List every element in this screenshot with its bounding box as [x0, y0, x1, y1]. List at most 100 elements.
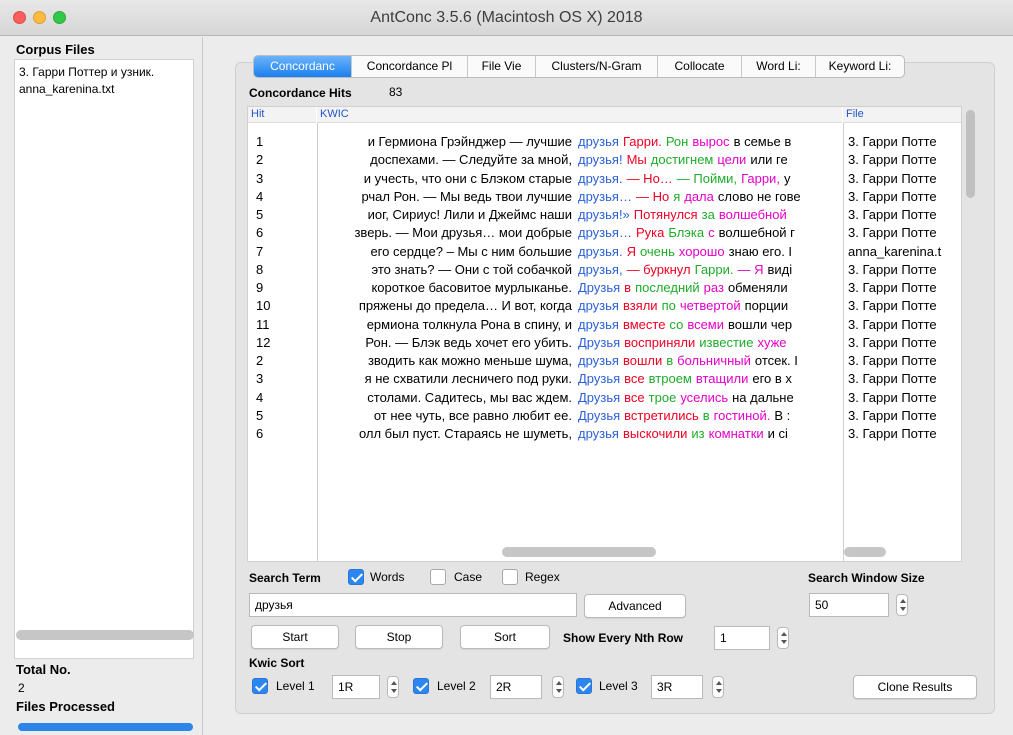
file-name-cell[interactable]: 3. Гарри Потте — [848, 261, 962, 279]
kwic-column-header[interactable]: KWIC — [317, 107, 842, 123]
level-2-checkbox[interactable] — [413, 678, 429, 694]
file-column-header[interactable]: File — [843, 107, 961, 123]
kwic-left-context[interactable]: пряжены до предела… И вот, когда — [318, 297, 572, 315]
file-name-cell[interactable]: 3. Гарри Потте — [848, 370, 962, 388]
tab-collocates[interactable]: Collocate — [658, 56, 742, 77]
file-name-cell[interactable]: 3. Гарри Потте — [848, 188, 962, 206]
kwic-horizontal-scrollbar[interactable] — [502, 547, 656, 557]
kwic-right-context[interactable]: Друзья восприняли известие хуже — [578, 334, 840, 352]
case-checkbox[interactable] — [430, 569, 446, 585]
hit-number-cell[interactable]: 6 — [256, 224, 263, 242]
kwic-left-context[interactable]: зводить как можно меньше шума, — [318, 352, 572, 370]
kwic-left-context[interactable]: иог, Сириус! Лили и Джеймс наши — [318, 206, 572, 224]
file-name-cell[interactable]: 3. Гарри Потте — [848, 170, 962, 188]
kwic-right-context[interactable]: друзья… — Но я дала слово не гове — [578, 188, 840, 206]
hit-number-cell[interactable]: 4 — [256, 389, 263, 407]
hit-number-cell[interactable]: 3 — [256, 170, 263, 188]
advanced-button[interactable]: Advanced — [584, 594, 686, 618]
level-3-stepper[interactable] — [712, 676, 724, 698]
file-name-cell[interactable]: 3. Гарри Потте — [848, 352, 962, 370]
hit-number-cell[interactable]: 11 — [256, 316, 270, 334]
kwic-right-context[interactable]: друзья. — Но… — Пойми, Гарри, у — [578, 170, 840, 188]
nth-row-stepper[interactable] — [777, 627, 789, 649]
hit-number-cell[interactable]: 9 — [256, 279, 263, 297]
kwic-right-context[interactable]: друзья Гарри. Рон вырос в семье в — [578, 133, 840, 151]
hit-number-cell[interactable]: 2 — [256, 151, 263, 169]
kwic-right-context[interactable]: друзья вместе со всеми вошли чер — [578, 316, 840, 334]
search-window-size-stepper[interactable] — [896, 594, 908, 616]
hit-number-cell[interactable]: 7 — [256, 243, 263, 261]
corpus-file-item[interactable]: 3. Гарри Поттер и узник. — [15, 60, 193, 81]
level-1-checkbox[interactable] — [252, 678, 268, 694]
file-name-cell[interactable]: 3. Гарри Потте — [848, 297, 962, 315]
stop-button[interactable]: Stop — [355, 625, 443, 649]
kwic-left-context[interactable]: короткое басовитое мурлыканье. — [318, 279, 572, 297]
kwic-right-context[interactable]: друзья вошли в больничный отсек. І — [578, 352, 840, 370]
level-3-checkbox[interactable] — [576, 678, 592, 694]
kwic-right-context[interactable]: друзья взяли по четвертой порции — [578, 297, 840, 315]
hit-number-cell[interactable]: 4 — [256, 188, 263, 206]
kwic-left-context[interactable]: зверь. — Мои друзья… мои добрые — [318, 224, 572, 242]
file-name-cell[interactable]: 3. Гарри Потте — [848, 279, 962, 297]
file-name-cell[interactable]: anna_karenina.t — [848, 243, 962, 261]
corpus-file-list[interactable]: 3. Гарри Поттер и узник. anna_karenina.t… — [14, 59, 194, 659]
kwic-left-context[interactable]: олл был пуст. Стараясь не шуметь, — [318, 425, 572, 443]
tab-keyword-list[interactable]: Keyword Li: — [816, 56, 904, 77]
kwic-left-context[interactable]: доспехами. — Следуйте за мной, — [318, 151, 572, 169]
kwic-right-context[interactable]: Друзья в последний раз обменяли — [578, 279, 840, 297]
tab-concordance-plot[interactable]: Concordance Pl — [352, 56, 468, 77]
level-1-input[interactable]: 1R — [332, 675, 380, 699]
corpus-file-item[interactable]: anna_karenina.txt — [15, 81, 193, 98]
kwic-left-context[interactable]: и учесть, что они с Блэком старые — [318, 170, 572, 188]
file-name-cell[interactable]: 3. Гарри Потте — [848, 224, 962, 242]
nth-row-input[interactable]: 1 — [714, 626, 770, 650]
concordance-vertical-scrollbar[interactable] — [966, 110, 975, 198]
file-name-cell[interactable]: 3. Гарри Потте — [848, 389, 962, 407]
hit-number-cell[interactable]: 5 — [256, 206, 263, 224]
level-1-stepper[interactable] — [387, 676, 399, 698]
start-button[interactable]: Start — [251, 625, 339, 649]
kwic-right-context[interactable]: Друзья встретились в гостиной. В : — [578, 407, 840, 425]
file-name-cell[interactable]: 3. Гарри Потте — [848, 133, 962, 151]
file-name-cell[interactable]: 3. Гарри Потте — [848, 425, 962, 443]
clone-results-button[interactable]: Clone Results — [853, 675, 977, 699]
kwic-right-context[interactable]: друзья! Мы достигнем цели или ге — [578, 151, 840, 169]
kwic-left-context[interactable]: столами. Садитесь, мы вас ждем. — [318, 389, 572, 407]
hit-number-cell[interactable]: 1 — [256, 133, 263, 151]
kwic-right-context[interactable]: Друзья все втроем втащили его в х — [578, 370, 840, 388]
file-name-cell[interactable]: 3. Гарри Потте — [848, 206, 962, 224]
hit-number-cell[interactable]: 10 — [256, 297, 270, 315]
hit-number-cell[interactable]: 2 — [256, 352, 263, 370]
tab-clusters-ngrams[interactable]: Clusters/N-Gram — [536, 56, 658, 77]
tab-word-list[interactable]: Word Li: — [742, 56, 816, 77]
level-2-stepper[interactable] — [552, 676, 564, 698]
hit-number-cell[interactable]: 3 — [256, 370, 263, 388]
sort-button[interactable]: Sort — [460, 625, 550, 649]
kwic-right-context[interactable]: друзья!» Потянулся за волшебной — [578, 206, 840, 224]
kwic-right-context[interactable]: друзья, — буркнул Гарри. — Явиді — [578, 261, 840, 279]
file-horizontal-scrollbar[interactable] — [844, 547, 886, 557]
hit-column-header[interactable]: Hit — [248, 107, 316, 123]
hit-number-cell[interactable]: 6 — [256, 425, 263, 443]
kwic-left-context[interactable]: его сердце? – Мы с ним большие — [318, 243, 572, 261]
tab-file-view[interactable]: File Vie — [468, 56, 536, 77]
file-name-cell[interactable]: 3. Гарри Потте — [848, 151, 962, 169]
file-name-cell[interactable]: 3. Гарри Потте — [848, 316, 962, 334]
kwic-left-context[interactable]: от нее чуть, все равно любит ее. — [318, 407, 572, 425]
words-checkbox[interactable] — [348, 569, 364, 585]
concordance-table[interactable]: Hit KWIC File 1 и Гермиона Грэйнджер — лу… — [247, 106, 962, 562]
hit-number-cell[interactable]: 8 — [256, 261, 263, 279]
hit-number-cell[interactable]: 5 — [256, 407, 263, 425]
kwic-left-context[interactable]: Рон. — Блэк ведь хочет его убить. — [318, 334, 572, 352]
level-2-input[interactable]: 2R — [490, 675, 542, 699]
kwic-right-context[interactable]: друзья. Яочень хорошо знаю его. І — [578, 243, 840, 261]
kwic-right-context[interactable]: друзья… Рука Блэка с волшебной г — [578, 224, 840, 242]
regex-checkbox[interactable] — [502, 569, 518, 585]
kwic-left-context[interactable]: это знать? — Они с той собачкой — [318, 261, 572, 279]
file-name-cell[interactable]: 3. Гарри Потте — [848, 334, 962, 352]
file-name-cell[interactable]: 3. Гарри Потте — [848, 407, 962, 425]
kwic-left-context[interactable]: рчал Рон. — Мы ведь твои лучшие — [318, 188, 572, 206]
corpus-list-scrollbar[interactable] — [16, 630, 194, 640]
kwic-right-context[interactable]: друзья выскочили из комнатки и сі — [578, 425, 840, 443]
search-term-input[interactable]: друзья — [249, 593, 577, 617]
